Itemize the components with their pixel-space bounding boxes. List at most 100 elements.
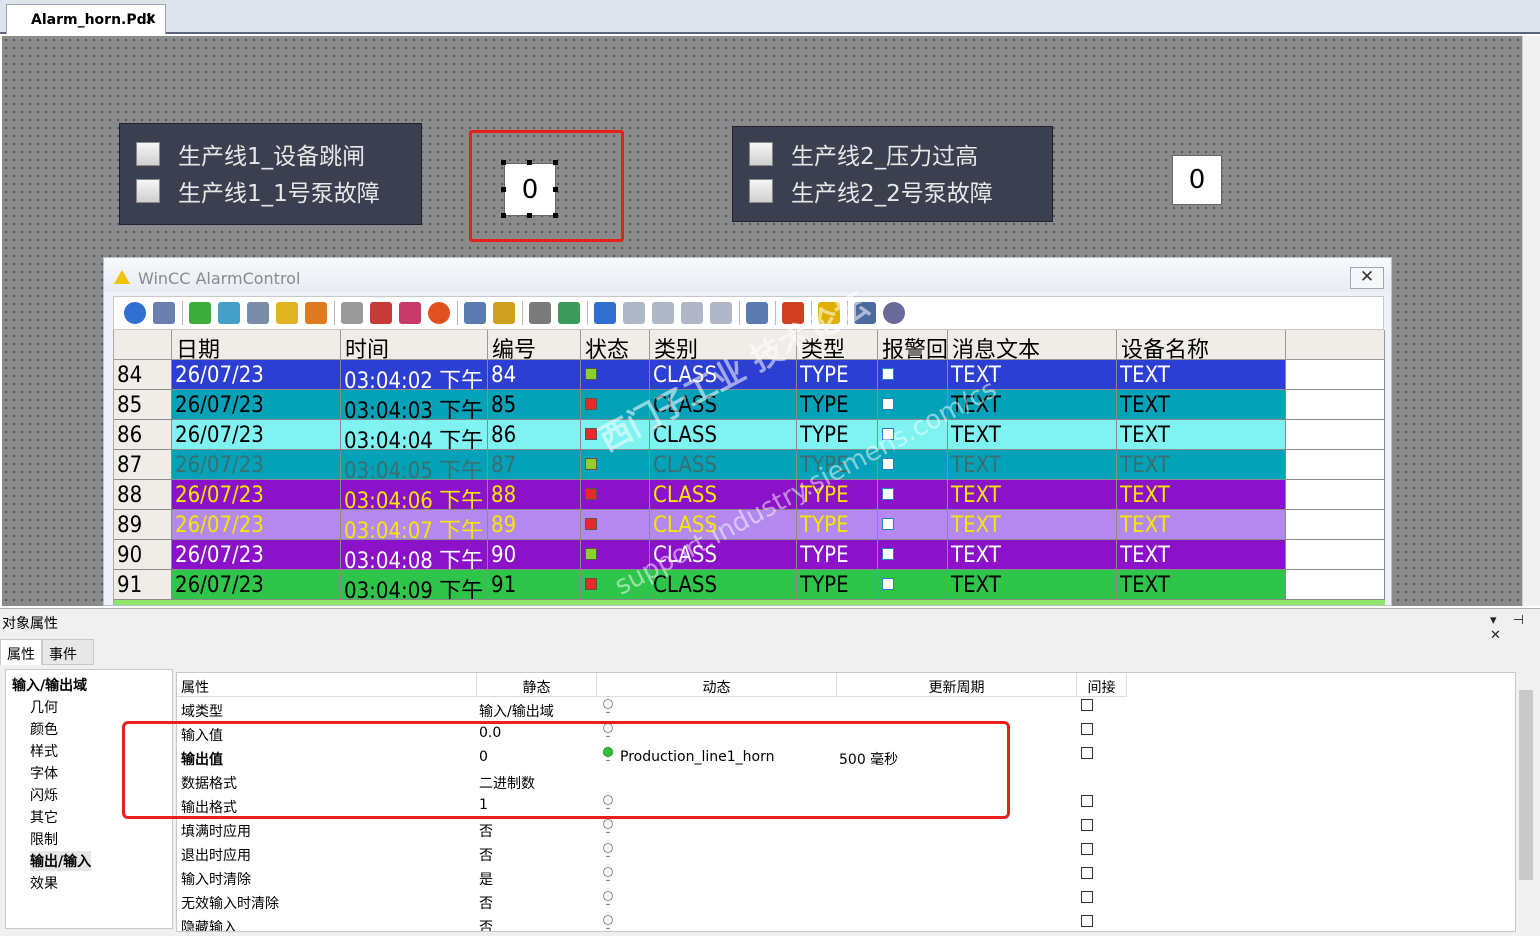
indirect-checkbox[interactable] [1081,699,1093,711]
column-header-message-text[interactable]: 消息文本 [948,330,1117,360]
loop-in-alarm-icon[interactable] [882,488,894,500]
time-base-icon[interactable] [883,302,905,324]
loop-in-alarm-icon[interactable] [882,518,894,530]
column-header-date[interactable]: 日期 [172,330,341,360]
bulb-icon[interactable] [603,891,613,905]
line1-trip-checkbox-row[interactable]: 生产线1_设备跳闸 [136,137,365,171]
history-list-icon[interactable] [218,302,240,324]
loop-in-alarm-icon[interactable] [882,428,894,440]
selection-handle[interactable] [501,187,506,192]
document-tab[interactable]: Alarm_horn.Pdl [6,4,166,34]
statistics-icon[interactable] [305,302,327,324]
selection-handle[interactable] [501,213,506,218]
table-row[interactable]: 91 26/07/23 03:04:09 下午 91 CLASS TYPE TEXT TEXT [114,570,1385,600]
tree-item[interactable]: 字体 [30,763,58,783]
column-header-number[interactable]: 编号 [488,330,581,360]
indirect-checkbox[interactable] [1081,723,1093,735]
panel-controls[interactable]: ▾ ⊣ ✕ [1490,613,1540,643]
property-row[interactable]: 退出时应用 否 [177,841,1515,865]
bulb-icon[interactable] [603,819,613,833]
checkbox[interactable] [136,179,160,203]
tree-item[interactable]: 效果 [30,873,58,893]
bulb-icon[interactable] [603,867,613,881]
column-header-time[interactable]: 时间 [341,330,488,360]
hide-icon[interactable] [341,302,363,324]
lock-list-icon[interactable] [276,302,298,324]
tree-root[interactable]: 输入/输出域 [12,675,87,695]
tree-item[interactable]: 输出/输入 [30,851,92,871]
property-row[interactable]: 无效输入时清除 否 [177,889,1515,913]
line2-pump-checkbox-row[interactable]: 生产线2_2号泵故障 [749,174,993,208]
io-field-line1[interactable]: 0 [504,163,556,216]
checkbox[interactable] [136,142,160,166]
loop-in-alarm-icon[interactable] [882,578,894,590]
property-row[interactable]: 域类型 输入/输出域 [177,697,1515,721]
export-icon[interactable] [854,302,876,324]
print-icon[interactable] [529,302,551,324]
tab-close-icon[interactable]: x [146,9,156,27]
tab-properties[interactable]: 属性 [0,639,42,665]
bulb-icon[interactable] [603,843,613,857]
column-header-device-name[interactable]: 设备名称 [1117,330,1286,360]
checkbox[interactable] [749,142,773,166]
table-row[interactable]: 85 26/07/23 03:04:03 下午 85 CLASS TYPE TEXT TEXT [114,390,1385,420]
selection-handle[interactable] [501,160,506,165]
tree-item[interactable]: 其它 [30,807,58,827]
selection-handle[interactable] [553,213,558,218]
bulb-icon[interactable] [603,699,613,713]
line1-pump-checkbox-row[interactable]: 生产线1_1号泵故障 [136,174,380,208]
message-list-icon[interactable] [189,302,211,324]
tree-item[interactable]: 限制 [30,829,58,849]
selection-icon[interactable] [464,302,486,324]
loop-in-alarm-icon[interactable] [782,302,804,324]
indirect-checkbox[interactable] [1081,915,1093,927]
indirect-checkbox[interactable] [1081,867,1093,879]
table-row[interactable]: 84 26/07/23 03:04:02 下午 84 CLASS TYPE TEXT TEXT [114,360,1385,390]
first-message-icon[interactable] [623,302,645,324]
column-header-class[interactable]: 类别 [650,330,797,360]
column-header-loop[interactable]: 报警回 [878,330,948,360]
checkbox[interactable] [749,179,773,203]
tab-events[interactable]: 事件 [42,639,94,665]
table-row[interactable]: 87 26/07/23 03:04:05 下午 87 CLASS TYPE TEXT TEXT [114,450,1385,480]
tree-item[interactable]: 样式 [30,741,58,761]
table-row[interactable]: 90 26/07/23 03:04:08 下午 90 CLASS TYPE TEXT TEXT [114,540,1385,570]
property-row[interactable]: 填满时应用 否 [177,817,1515,841]
property-row[interactable]: 隐藏输入 否 [177,913,1515,931]
acknowledge-icon[interactable] [370,302,392,324]
refresh-icon[interactable] [558,302,580,324]
indirect-checkbox[interactable] [1081,795,1093,807]
previous-message-icon[interactable] [652,302,674,324]
loop-in-alarm-icon[interactable] [882,458,894,470]
config-dialog-icon[interactable] [153,302,175,324]
horn-ack-icon[interactable] [428,302,450,324]
table-row[interactable]: 88 26/07/23 03:04:06 下午 88 CLASS TYPE TEXT TEXT [114,480,1385,510]
loop-in-alarm-icon[interactable] [882,548,894,560]
next-message-icon[interactable] [681,302,703,324]
indirect-checkbox[interactable] [1081,891,1093,903]
alarm-close-button[interactable]: ✕ [1350,267,1384,289]
selection-handle[interactable] [553,160,558,165]
selection-handle[interactable] [527,213,532,218]
lock-icon[interactable] [818,302,840,324]
canvas-scrollbar[interactable] [1522,36,1540,606]
loop-in-alarm-icon[interactable] [882,368,894,380]
help-icon[interactable] [124,302,146,324]
line2-pressure-checkbox-row[interactable]: 生产线2_压力过高 [749,137,978,171]
property-row[interactable]: 输入时清除 是 [177,865,1515,889]
last-message-icon[interactable] [710,302,732,324]
indirect-checkbox[interactable] [1081,819,1093,831]
lock-dialog-icon[interactable] [493,302,515,324]
table-row[interactable]: 89 26/07/23 03:04:07 下午 89 CLASS TYPE TEXT TEXT [114,510,1385,540]
scrollbar-thumb[interactable] [1519,690,1533,880]
indirect-checkbox[interactable] [1081,747,1093,759]
selection-handle[interactable] [527,160,532,165]
group-ack-icon[interactable] [399,302,421,324]
selection-handle[interactable] [553,187,558,192]
indirect-checkbox[interactable] [1081,843,1093,855]
bulb-icon[interactable] [603,915,613,929]
journal-list-icon[interactable] [247,302,269,324]
column-header-state[interactable]: 状态 [581,330,650,360]
sort-icon[interactable] [594,302,616,324]
tree-item[interactable]: 颜色 [30,719,58,739]
